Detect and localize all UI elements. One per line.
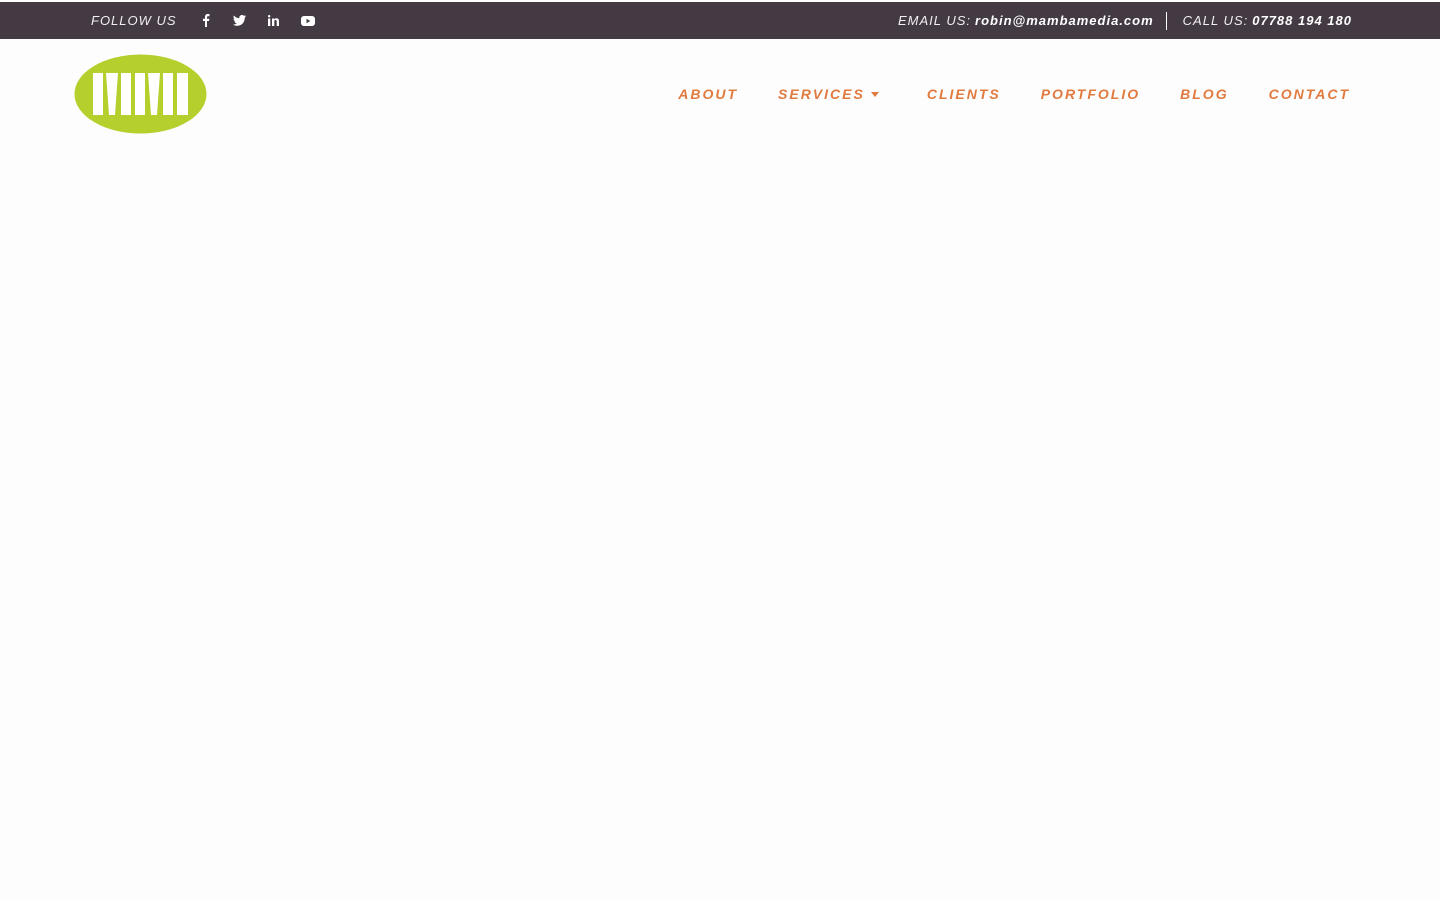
nav-item-services-label: SERVICES [778, 86, 865, 102]
contact-info: EMAIL US: robin@mambamedia.com CALL US: … [898, 2, 1352, 39]
chevron-down-icon [870, 91, 879, 97]
youtube-icon[interactable] [291, 2, 325, 39]
call-label: CALL US: [1182, 13, 1249, 28]
email-label: EMAIL US: [897, 13, 972, 28]
follow-us-label: FOLLOW US [91, 13, 177, 28]
social-links: FOLLOW US [91, 2, 325, 39]
contact-divider [1165, 11, 1167, 30]
top-bar: FOLLOW US EMAIL US: robin@mambamedia.com… [0, 2, 1440, 39]
nav-item-clients[interactable]: CLIENTS [927, 84, 1001, 104]
nav-item-about[interactable]: ABOUT [678, 84, 738, 104]
nav-item-services[interactable]: SERVICES [778, 84, 887, 104]
twitter-icon[interactable] [223, 2, 257, 39]
nav-item-contact[interactable]: CONTACT [1269, 84, 1350, 104]
linkedin-icon[interactable] [257, 2, 291, 39]
mamba-media-logo[interactable] [74, 54, 207, 134]
phone-link[interactable]: 07788 194 180 [1252, 13, 1352, 28]
nav-item-portfolio[interactable]: PORTFOLIO [1041, 84, 1140, 104]
email-link[interactable]: robin@mambamedia.com [975, 13, 1154, 28]
facebook-icon[interactable] [189, 2, 223, 39]
nav-item-blog[interactable]: BLOG [1180, 84, 1228, 104]
main-nav: ABOUT SERVICES CLIENTS PORTFOLIO BLOG CO… [678, 84, 1350, 104]
